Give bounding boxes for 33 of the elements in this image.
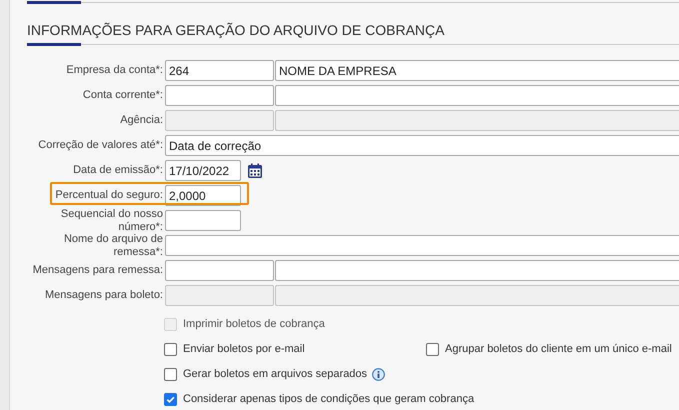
- input-field[interactable]: [165, 235, 679, 256]
- input-field[interactable]: 17/10/2022: [165, 160, 241, 181]
- field-label: Conta corrente*:: [82, 89, 164, 102]
- input-field[interactable]: 2,0000: [165, 185, 241, 206]
- field-label: Data de emissão*:: [72, 164, 164, 177]
- checkbox[interactable]: [164, 368, 177, 380]
- input-field[interactable]: [275, 260, 679, 281]
- field-label: Nome do arquivo de remessa*:: [62, 232, 164, 258]
- calendar-icon[interactable]: [247, 162, 263, 178]
- checkbox[interactable]: [164, 392, 177, 406]
- field-label: Correção de valores até*:: [37, 139, 164, 152]
- input-field[interactable]: [165, 210, 241, 231]
- field-label: Empresa da conta*:: [65, 64, 164, 77]
- info-icon[interactable]: [372, 368, 386, 380]
- input-field[interactable]: 264: [165, 60, 274, 81]
- checkbox-label: Gerar boletos em arquivos separados: [183, 366, 368, 382]
- input-field[interactable]: [165, 260, 274, 281]
- checkbox-label: Imprimir boletos de cobrança: [183, 316, 325, 332]
- field-label: Agência:: [119, 114, 164, 127]
- input-field[interactable]: NOME DA EMPRESA: [275, 60, 679, 81]
- field-label: Mensagens para remessa:: [32, 264, 164, 277]
- input-field[interactable]: Data de correção: [165, 135, 679, 156]
- field-label: Mensagens para boleto:: [44, 289, 164, 302]
- checkbox[interactable]: [164, 342, 177, 356]
- checkbox-label: Considerar apenas tipos de condições que geram cobrança: [183, 392, 474, 407]
- section-title: INFORMAÇÕES PARA GERAÇÃO DO ARQUIVO DE COBRANÇA: [27, 22, 446, 39]
- checkbox-label: Enviar boletos por e-mail: [183, 342, 305, 357]
- input-field[interactable]: [275, 85, 679, 106]
- field-label: Percentual do seguro:: [54, 189, 164, 202]
- input-field[interactable]: [165, 85, 274, 106]
- field-label: Sequencial do nosso número*:: [60, 208, 164, 234]
- checkbox-label: Agrupar boletos do cliente em um único e-mail: [445, 342, 672, 357]
- checkbox[interactable]: [426, 342, 439, 356]
